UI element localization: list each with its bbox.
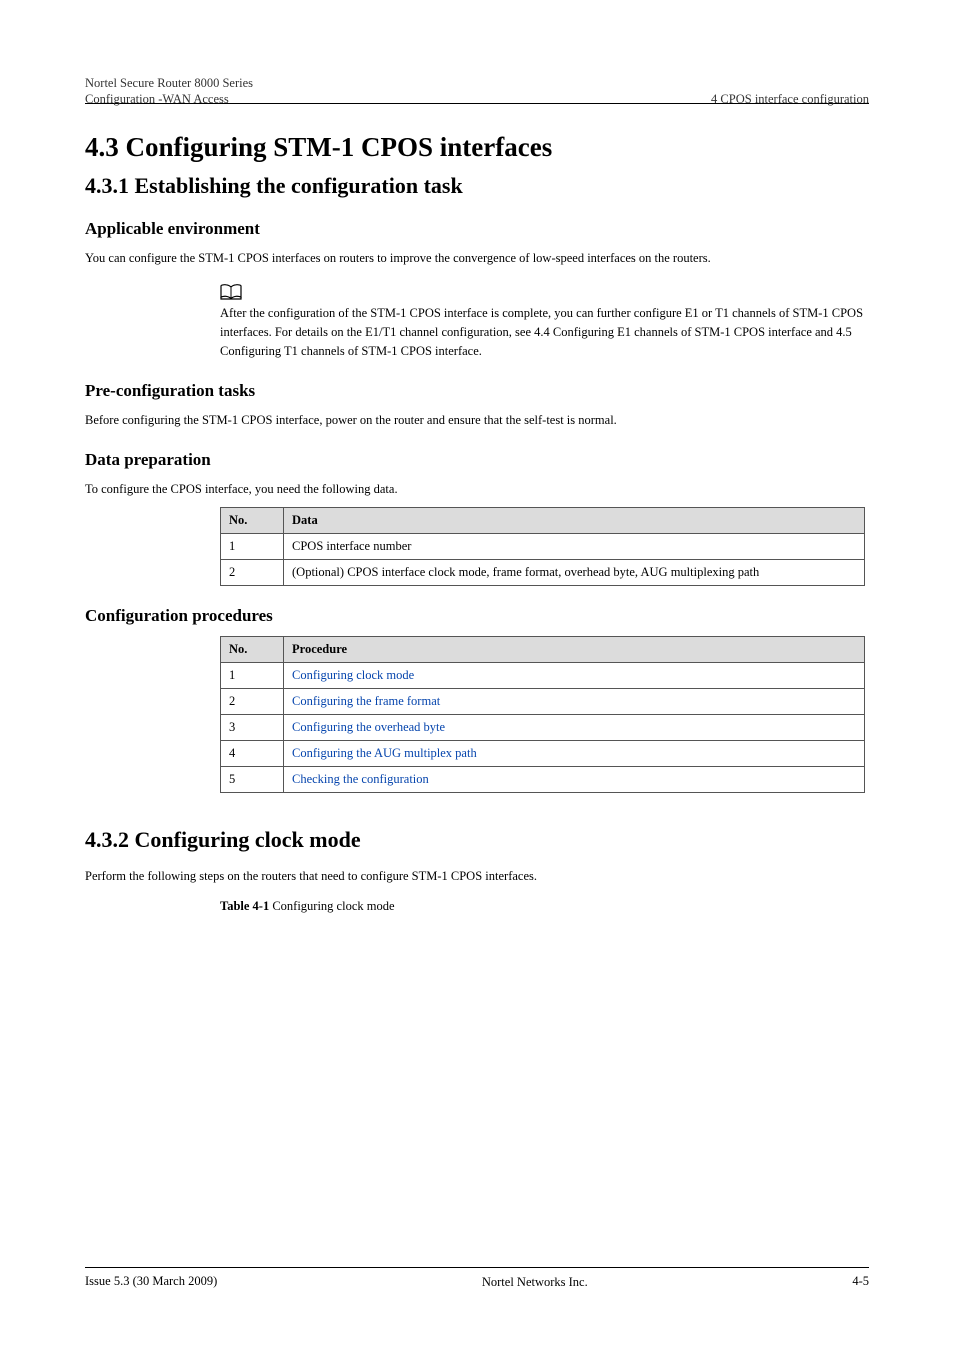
page-header: Nortel Secure Router 8000 Series Configu… (85, 75, 869, 104)
table-row: 1 CPOS interface number (221, 534, 865, 560)
table-header-row: No. Procedure (221, 637, 865, 663)
cell-no: 1 (221, 663, 284, 689)
table-row: 5 Checking the configuration (221, 767, 865, 793)
cell-no: 3 (221, 715, 284, 741)
table-4-1-caption: Table 4-1 Configuring clock mode (220, 899, 869, 914)
preconfig-para: Before configuring the STM-1 CPOS interf… (85, 411, 869, 430)
header-product: Nortel Secure Router 8000 Series (85, 75, 253, 91)
footer-issue: Issue 5.3 (30 March 2009) (85, 1274, 217, 1290)
header-left: Nortel Secure Router 8000 Series Configu… (85, 75, 253, 103)
cell-no: 5 (221, 767, 284, 793)
note-block: After the configuration of the STM-1 CPO… (220, 284, 869, 360)
preconfig-heading: Pre-configuration tasks (85, 381, 869, 401)
cell-data: (Optional) CPOS interface clock mode, fr… (284, 560, 865, 586)
cell-no: 1 (221, 534, 284, 560)
footer-company: Nortel Networks Inc. (217, 1274, 852, 1290)
col-data-header: Data (284, 508, 865, 534)
header-chapter: 4 CPOS interface configuration (711, 91, 869, 107)
table-number: Table 4-1 (220, 899, 269, 913)
cell-proc-link[interactable]: Configuring the AUG multiplex path (284, 741, 865, 767)
cell-no: 4 (221, 741, 284, 767)
dataprep-heading: Data preparation (85, 450, 869, 470)
cell-no: 2 (221, 560, 284, 586)
applicable-env-heading: Applicable environment (85, 219, 869, 239)
section-4-3-2-title: 4.3.2 Configuring clock mode (85, 827, 869, 853)
cell-proc-link[interactable]: Checking the configuration (284, 767, 865, 793)
table-row: 1 Configuring clock mode (221, 663, 865, 689)
note-text: After the configuration of the STM-1 CPO… (220, 304, 869, 360)
header-doc-title: Configuration -WAN Access (85, 91, 253, 107)
configproc-heading: Configuration procedures (85, 606, 869, 626)
dataprep-table: No. Data 1 CPOS interface number 2 (Opti… (220, 507, 865, 586)
col-no-header: No. (221, 508, 284, 534)
dataprep-para: To configure the CPOS interface, you nee… (85, 480, 869, 499)
cell-data: CPOS interface number (284, 534, 865, 560)
cell-no: 2 (221, 689, 284, 715)
table-row: 4 Configuring the AUG multiplex path (221, 741, 865, 767)
cell-proc-link[interactable]: Configuring the overhead byte (284, 715, 865, 741)
configproc-table: No. Procedure 1 Configuring clock mode 2… (220, 636, 865, 793)
applicable-env-para: You can configure the STM-1 CPOS interfa… (85, 249, 869, 268)
table-row: 2 (Optional) CPOS interface clock mode, … (221, 560, 865, 586)
table-header-row: No. Data (221, 508, 865, 534)
footer-company-name: Nortel Networks Inc. (217, 1274, 852, 1290)
col-proc-header: Procedure (284, 637, 865, 663)
table-caption-text: Configuring clock mode (269, 899, 394, 913)
table-row: 3 Configuring the overhead byte (221, 715, 865, 741)
header-right: 4 CPOS interface configuration (711, 75, 869, 103)
book-icon (220, 284, 869, 300)
section-4-3-1-title: 4.3.1 Establishing the configuration tas… (85, 173, 869, 199)
cell-proc-link[interactable]: Configuring clock mode (284, 663, 865, 689)
footer-page-number: 4-5 (852, 1274, 869, 1290)
section-4-3-title: 4.3 Configuring STM-1 CPOS interfaces (85, 132, 869, 163)
cell-proc-link[interactable]: Configuring the frame format (284, 689, 865, 715)
table-row: 2 Configuring the frame format (221, 689, 865, 715)
page-footer: Issue 5.3 (30 March 2009) Nortel Network… (85, 1267, 869, 1290)
clockmode-para: Perform the following steps on the route… (85, 867, 869, 886)
col-no-header: No. (221, 637, 284, 663)
